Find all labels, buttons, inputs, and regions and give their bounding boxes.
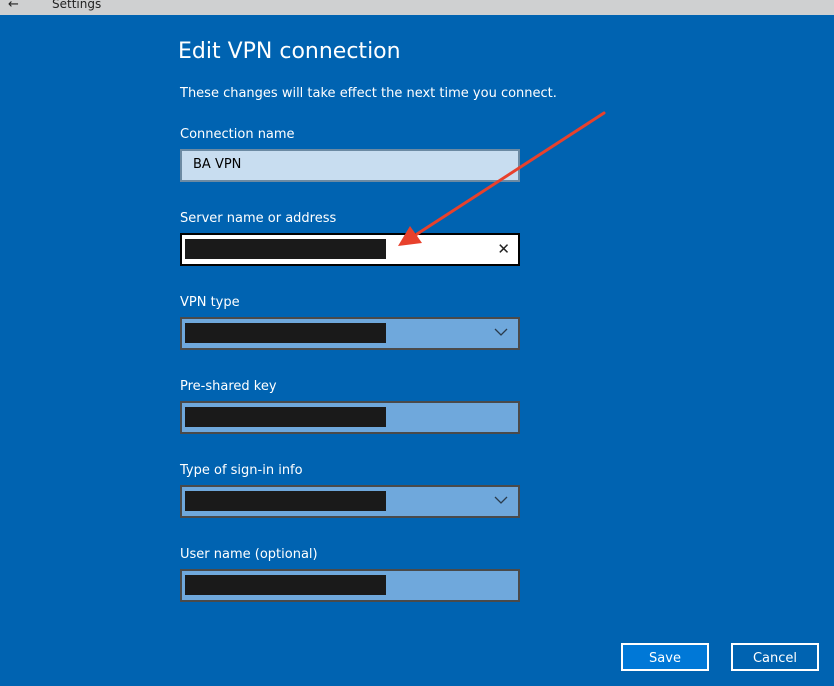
server-address-input[interactable]: ✕ [180, 233, 520, 266]
dialog-subtitle: These changes will take effect the next … [180, 86, 557, 101]
server-address-label: Server name or address [180, 211, 337, 226]
vpn-edit-dialog: Edit VPN connection These changes will t… [0, 15, 834, 686]
redacted-value [185, 407, 386, 427]
signin-type-dropdown[interactable] [180, 485, 520, 518]
chevron-down-icon [494, 496, 508, 504]
clear-x-icon[interactable]: ✕ [497, 239, 510, 259]
redacted-value [185, 491, 386, 511]
back-arrow-icon[interactable]: ← [8, 0, 19, 12]
redacted-value [185, 239, 386, 259]
signin-type-label: Type of sign-in info [180, 463, 303, 478]
psk-label: Pre-shared key [180, 379, 277, 394]
dialog-title: Edit VPN connection [178, 39, 401, 64]
connection-name-input[interactable]: BA VPN [180, 149, 520, 182]
window-title: Settings [52, 0, 102, 11]
save-button[interactable]: Save [621, 643, 709, 671]
username-label: User name (optional) [180, 547, 318, 562]
psk-input[interactable] [180, 401, 520, 434]
chevron-down-icon [494, 328, 508, 336]
connection-name-label: Connection name [180, 127, 295, 142]
redacted-value [185, 575, 386, 595]
title-bar: ← Settings [0, 0, 834, 15]
cancel-button[interactable]: Cancel [731, 643, 819, 671]
connection-name-value: BA VPN [193, 157, 242, 172]
vpn-type-label: VPN type [180, 295, 240, 310]
redacted-value [185, 323, 386, 343]
vpn-type-dropdown[interactable] [180, 317, 520, 350]
username-input[interactable] [180, 569, 520, 602]
